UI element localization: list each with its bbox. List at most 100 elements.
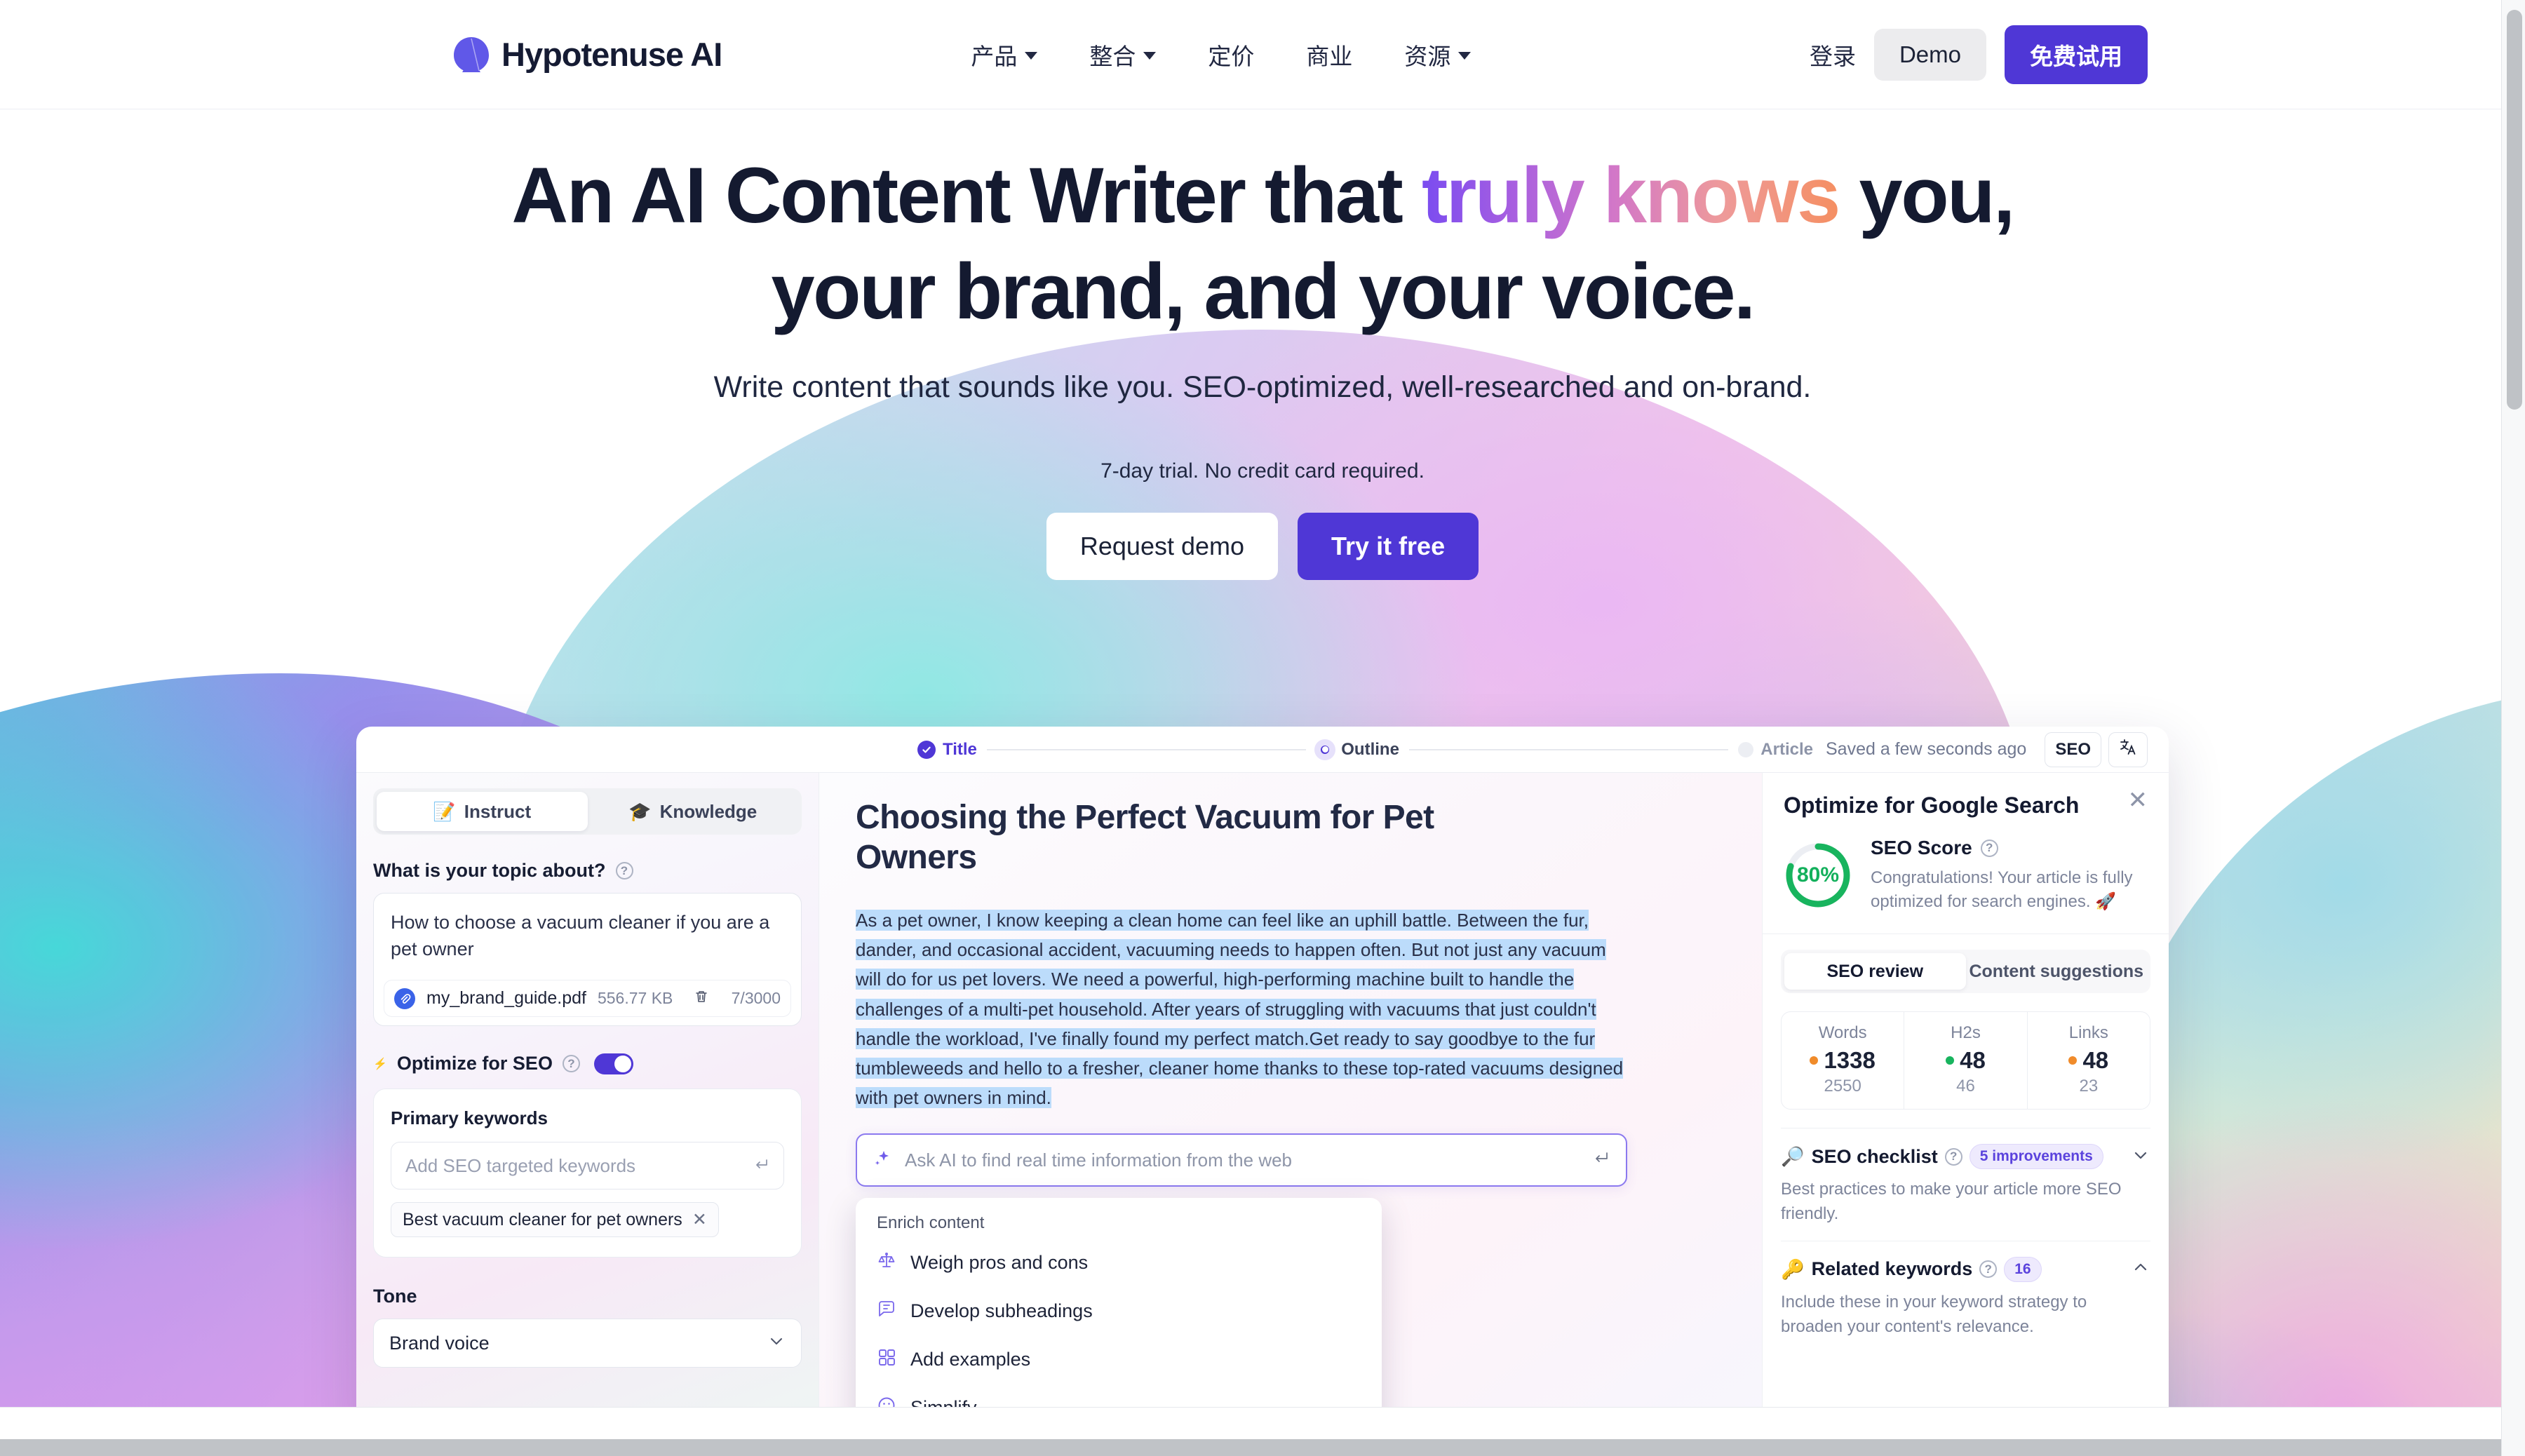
close-icon[interactable]: ✕ [2128, 788, 2148, 812]
related-keywords-header: 🔑 Related keywords ? 16 [1781, 1256, 2150, 1282]
hero-cta-group: Request demo Try it free [0, 513, 2525, 581]
step-outline-label: Outline [1341, 739, 1399, 759]
step-title[interactable]: Title [917, 740, 977, 760]
page-scrollbar[interactable] [2501, 0, 2525, 1456]
seo-checklist-accordion[interactable]: 🔎 SEO checklist ? 5 improvements Best pr… [1781, 1128, 2150, 1241]
seo-checklist-title-row: 🔎 SEO checklist ? 5 improvements [1781, 1144, 2103, 1170]
step-article[interactable]: Article [1738, 740, 1813, 760]
chevron-up-icon[interactable] [2131, 1258, 2150, 1281]
seo-toggle-button[interactable]: SEO [2045, 732, 2101, 767]
tab-instruct[interactable]: 📝 Instruct [377, 792, 588, 831]
free-trial-button[interactable]: 免费试用 [2005, 25, 2148, 84]
help-icon[interactable]: ? [1944, 1147, 1962, 1166]
keyword-input[interactable]: Add SEO targeted keywords [391, 1142, 784, 1189]
help-icon[interactable]: ? [562, 1055, 580, 1072]
optimize-for-seo-toggle[interactable] [593, 1053, 633, 1074]
tab-content-suggestions[interactable]: Content suggestions [1966, 953, 2148, 990]
brand-logo-link[interactable]: Hypotenuse AI [452, 35, 722, 74]
nav-item-pricing[interactable]: 定价 [1208, 38, 1254, 72]
related-keywords-accordion[interactable]: 🔑 Related keywords ? 16 Include these in… [1781, 1240, 2150, 1354]
ask-ai-input[interactable]: Ask AI to find real time information fro… [856, 1133, 1627, 1187]
saved-status: Saved a few seconds ago [1826, 739, 2027, 759]
nav-item-resources-label: 资源 [1404, 43, 1451, 69]
seo-score-description: Congratulations! Your article is fully o… [1871, 868, 2133, 912]
metric-links-value-row: 48 [2028, 1047, 2150, 1074]
tone-select[interactable]: Brand voice [373, 1319, 802, 1368]
window-bottom-strip [0, 1439, 2501, 1456]
metric-links-target: 23 [2079, 1077, 2099, 1096]
demo-button[interactable]: Demo [1873, 28, 1986, 81]
paperclip-icon [394, 987, 415, 1009]
topic-input-value: How to choose a vacuum cleaner if you ar… [391, 912, 770, 960]
help-icon[interactable]: ? [615, 862, 633, 879]
topic-input[interactable]: How to choose a vacuum cleaner if you ar… [373, 893, 802, 1026]
menu-item-add-examples[interactable]: Add examples [856, 1335, 1382, 1384]
seo-checklist-description: Best practices to make your article more… [1781, 1180, 2122, 1223]
instruct-panel-content: What is your topic about? ? How to choos… [356, 835, 819, 1368]
nav-item-integrations[interactable]: 整合 [1089, 38, 1157, 72]
chevron-down-icon [1025, 52, 1038, 60]
metric-words-name: Words [1818, 1023, 1867, 1043]
tab-instruct-label: Instruct [464, 800, 532, 822]
seo-panel-title: Optimize for Google Search [1784, 793, 2080, 818]
ask-ai-placeholder: Ask AI to find real time information fro… [905, 1149, 1293, 1171]
topic-field-label: What is your topic about? ? [373, 860, 802, 882]
chevron-down-icon[interactable] [2131, 1145, 2150, 1168]
menu-item-add-examples-label: Add examples [910, 1349, 1031, 1370]
status-dot [2068, 1056, 2078, 1065]
seo-panel-tabs: SEO review Content suggestions [1781, 950, 2150, 994]
hypotenuse-logo-icon [452, 36, 490, 74]
nav-item-business[interactable]: 商业 [1306, 38, 1352, 72]
seo-checklist-header: 🔎 SEO checklist ? 5 improvements [1781, 1144, 2150, 1170]
remove-keyword-icon[interactable]: ✕ [692, 1209, 707, 1230]
tab-knowledge[interactable]: 🎓 Knowledge [588, 792, 799, 831]
try-it-free-button[interactable]: Try it free [1298, 513, 1479, 581]
document-editor: Choosing the Perfect Vacuum for Pet Owne… [819, 773, 1762, 1435]
seo-panel: Optimize for Google Search ✕ 80% SEO Sco… [1762, 773, 2169, 1435]
tab-seo-review[interactable]: SEO review [1784, 953, 1966, 990]
enter-key-icon [753, 1156, 769, 1176]
attachment-name: my_brand_guide.pdf [426, 988, 586, 1008]
request-demo-button[interactable]: Request demo [1046, 513, 1279, 581]
menu-item-develop-subheadings[interactable]: Develop subheadings [856, 1287, 1382, 1335]
magnifier-icon: 🔎 [1781, 1146, 1805, 1168]
menu-item-develop-subheadings-label: Develop subheadings [910, 1300, 1093, 1321]
metric-h2s-value: 48 [1960, 1047, 1986, 1074]
translate-button[interactable] [2108, 732, 2148, 767]
delete-attachment-button[interactable] [692, 987, 711, 1009]
related-keywords-badge: 16 [2004, 1256, 2042, 1282]
topic-label-text: What is your topic about? [373, 860, 606, 881]
top-navigation-bar: Hypotenuse AI 产品 整合 定价 商业 资源 登录 Demo 免费试… [0, 0, 2519, 109]
document-paragraph[interactable]: As a pet owner, I know keeping a clean h… [856, 905, 1627, 1112]
help-icon[interactable]: ? [1980, 839, 1998, 857]
app-toolbar: Title Outline Article Saved a few second… [356, 727, 2169, 773]
nav-item-resources[interactable]: 资源 [1404, 38, 1472, 72]
tab-knowledge-label: Knowledge [659, 800, 758, 822]
step-outline[interactable]: Outline [1316, 740, 1399, 760]
document-title[interactable]: Choosing the Perfect Vacuum for Pet Owne… [856, 798, 1543, 877]
metric-words: Words 1338 2550 [1782, 1012, 1905, 1110]
window-bottom-area [0, 1407, 2501, 1439]
login-link[interactable]: 登录 [1810, 38, 1856, 72]
step-indicator: Title Outline Article [917, 740, 1813, 760]
nav-item-products[interactable]: 产品 [971, 38, 1038, 72]
chevron-down-icon [1143, 52, 1157, 60]
scrollbar-thumb[interactable] [2507, 10, 2522, 410]
step-article-label: Article [1760, 739, 1813, 759]
tone-label: Tone [373, 1286, 417, 1307]
related-keywords-title: Related keywords [1811, 1258, 1973, 1280]
metric-links-value: 48 [2082, 1047, 2109, 1074]
step-connector [986, 748, 1307, 750]
keyword-input-placeholder: Add SEO targeted keywords [405, 1154, 636, 1176]
enrich-content-menu-header: Enrich content [877, 1213, 985, 1232]
step-title-label: Title [943, 739, 977, 759]
menu-item-weigh-pros-cons[interactable]: Weigh pros and cons [856, 1239, 1382, 1287]
grid-icon [877, 1347, 896, 1372]
help-icon[interactable]: ? [1979, 1260, 1998, 1279]
related-keywords-description: Include these in your keyword strategy t… [1781, 1292, 2087, 1336]
menu-item-weigh-pros-cons-label: Weigh pros and cons [910, 1252, 1089, 1273]
keyword-chip[interactable]: Best vacuum cleaner for pet owners ✕ [391, 1202, 719, 1237]
instruct-knowledge-tabs: 📝 Instruct 🎓 Knowledge [373, 788, 802, 835]
status-dot [1946, 1056, 1955, 1065]
nav-actions: 登录 Demo 免费试用 [1810, 25, 2148, 84]
